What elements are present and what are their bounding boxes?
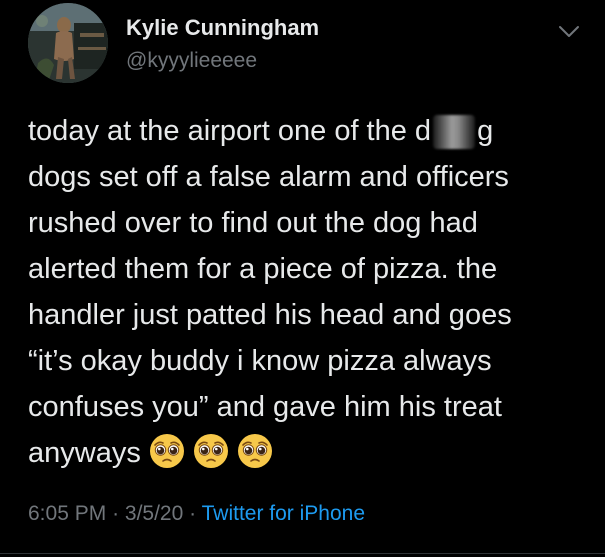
tweet-line: dogs set off a false alarm and officers	[28, 161, 509, 193]
divider	[0, 553, 605, 554]
tweet-line: “it’s okay buddy i know pizza always	[28, 345, 492, 377]
redaction-blur	[433, 115, 476, 150]
chevron-down-icon[interactable]	[558, 25, 580, 39]
tweet-line-text: today at the airport one of the d	[28, 115, 432, 147]
tweet-line: confuses you” and gave him his treat	[28, 391, 502, 423]
tweet-time[interactable]: 6:05 PM	[28, 502, 106, 525]
pleading-face-emoji	[237, 434, 272, 469]
pleading-face-emoji	[193, 434, 228, 469]
tweet-meta: 6:05 PM · 3/5/20 · Twitter for iPhone	[28, 502, 365, 526]
tweet-line: today at the airport one of the d g	[28, 108, 588, 154]
tweet-line: anyways	[28, 430, 588, 476]
tweet-date[interactable]: 3/5/20	[125, 502, 183, 525]
tweet-line-text: g	[477, 115, 494, 147]
tweet-line: rushed over to find out the dog had	[28, 207, 478, 239]
tweet-source-link[interactable]: Twitter for iPhone	[202, 502, 365, 525]
author-handle[interactable]: @kyyylieeeee	[126, 49, 257, 73]
meta-separator: ·	[189, 502, 197, 525]
avatar[interactable]	[28, 3, 108, 83]
tweet-line: handler just patted his head and goes	[28, 299, 512, 331]
tweet-card: Kylie Cunningham @kyyylieeeee today at t…	[0, 0, 605, 557]
author-name[interactable]: Kylie Cunningham	[126, 15, 319, 41]
meta-separator: ·	[112, 502, 120, 525]
tweet-header: Kylie Cunningham @kyyylieeeee	[28, 3, 588, 87]
tweet-line-text: anyways	[28, 437, 141, 469]
pleading-face-emoji	[149, 434, 184, 469]
tweet-line: alerted them for a piece of pizza. the	[28, 253, 498, 285]
avatar-photo	[28, 3, 108, 83]
tweet-text: today at the airport one of the d g dogs …	[28, 108, 588, 476]
